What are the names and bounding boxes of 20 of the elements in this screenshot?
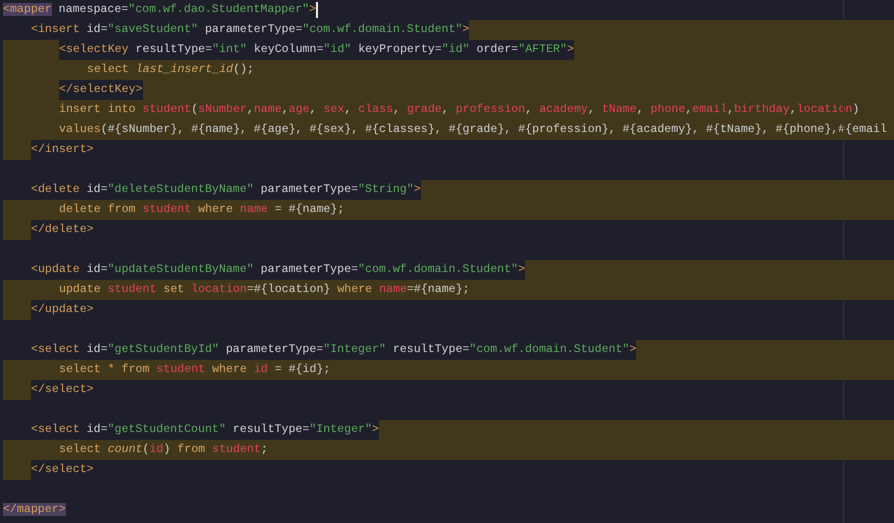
code-line: </update> [31,302,94,318]
code-line: </select> [31,462,94,478]
code-line: insert into student(sNumber,name,age, sex, class, grade, profession, academy, tName, phone,email,birthday,location) [59,102,860,118]
code-line: <insert id="saveStudent" parameterType="com.wf.domain.Student"> [31,22,470,38]
code-line: <update id="updateStudentByName" parameterType="com.wf.domain.Student"> [31,262,526,278]
code-line: </selectKey> [59,82,142,98]
code-line: </insert> [31,142,94,158]
code-line: <mapper namespace="com.wf.dao.StudentMapper"> [3,2,316,18]
code-line: update student set location=#{location} where name=#{name}; [59,282,470,298]
code-line: values(#{sNumber}, #{name}, #{age}, #{sex}, #{classes}, #{grade}, #{profession}, #{academy}, #{tName}, #{phone},#{email [59,122,887,138]
code-line: select last_insert_id(); [87,62,254,78]
code-line: delete from student where name = #{name}; [59,202,344,218]
code-line: <selectKey resultType="int" keyColumn="id" keyProperty="id" order="AFTER"> [59,42,574,58]
code-line: <select id="getStudentCount" resultType="Integer"> [31,422,379,438]
code-line: select * from student where id = #{id}; [59,362,330,378]
code-line: </delete> [31,222,94,238]
code-line: select count(id) from student; [59,442,268,458]
code-line: <select id="getStudentById" parameterType="Integer" resultType="com.wf.domain.Student"> [31,342,636,358]
code-line: <delete id="deleteStudentByName" parameterType="String"> [31,182,421,198]
code-line: </select> [31,382,94,398]
